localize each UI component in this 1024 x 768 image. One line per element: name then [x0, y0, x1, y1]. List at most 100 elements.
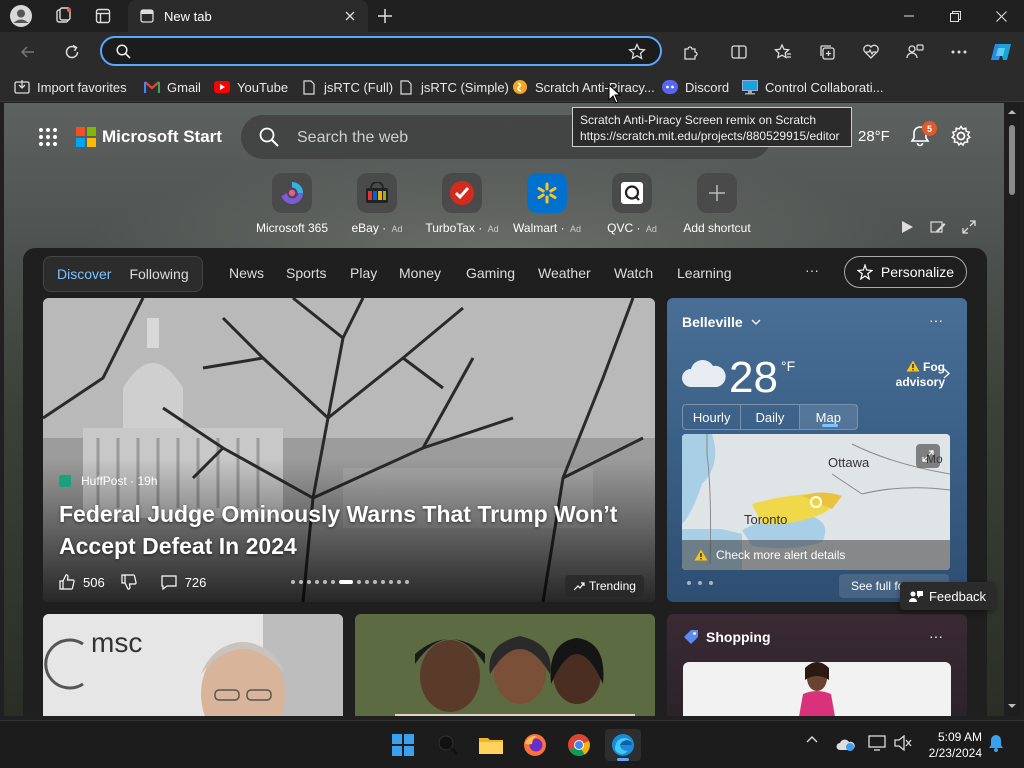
carousel-dot[interactable]: [365, 580, 369, 584]
carousel-dot[interactable]: [389, 580, 393, 584]
bookmark-discord[interactable]: Discord: [662, 76, 729, 98]
nav-money[interactable]: Money: [399, 265, 441, 281]
split-screen-icon[interactable]: [724, 38, 754, 66]
shortcut-turbotax[interactable]: TurboTax · Ad: [417, 173, 507, 235]
app-launcher-icon[interactable]: [38, 127, 58, 147]
story-card-group-photo[interactable]: [355, 614, 655, 716]
system-clock[interactable]: 5:09 AM 2/23/2024: [920, 729, 982, 761]
favorite-star-icon[interactable]: [628, 43, 646, 61]
close-tab-icon[interactable]: [338, 4, 362, 28]
carousel-dot[interactable]: [397, 580, 401, 584]
header-temperature[interactable]: 28°F: [858, 128, 890, 145]
carousel-dot[interactable]: [291, 580, 295, 584]
carousel-dot[interactable]: [339, 580, 353, 584]
microsoft-start-logo[interactable]: Microsoft Start: [76, 127, 222, 147]
show-hidden-icons-icon[interactable]: [806, 735, 818, 743]
weather-pager[interactable]: [687, 581, 713, 585]
carousel-dot[interactable]: [299, 580, 303, 584]
carousel-dot[interactable]: [381, 580, 385, 584]
back-button[interactable]: [13, 38, 43, 66]
workspaces-icon[interactable]: [50, 4, 76, 28]
edge-icon[interactable]: [605, 729, 641, 761]
file-explorer-icon[interactable]: [473, 729, 509, 761]
dislike-button[interactable]: [121, 574, 145, 590]
feedback-button[interactable]: Feedback: [900, 582, 995, 610]
bookmark-scratch[interactable]: Scratch Anti-Piracy...: [512, 76, 655, 98]
address-bar[interactable]: [100, 36, 662, 66]
restore-button[interactable]: [932, 0, 978, 32]
tab-new-tab[interactable]: New tab: [128, 0, 368, 32]
tab-discover[interactable]: Discover: [48, 266, 120, 282]
bookmark-jsrtc-full[interactable]: jsRTC (Full): [301, 76, 393, 98]
nav-more-button[interactable]: ···: [805, 262, 819, 278]
shopping-more-button[interactable]: ···: [929, 628, 943, 644]
hero-story-card[interactable]: HuffPost · 19h Federal Judge Ominously W…: [43, 298, 655, 602]
display-icon[interactable]: [868, 735, 886, 751]
weather-map[interactable]: Ottawa Toronto Mo Check more alert detai…: [682, 434, 950, 570]
bookmark-jsrtc-simple[interactable]: jsRTC (Simple): [398, 76, 509, 98]
nav-news[interactable]: News: [229, 265, 264, 281]
settings-gear-icon[interactable]: [950, 125, 972, 147]
notification-center-icon[interactable]: [988, 734, 1004, 752]
nav-watch[interactable]: Watch: [614, 265, 653, 281]
weather-location[interactable]: Belleville: [682, 314, 761, 330]
shortcut-walmart[interactable]: Walmart · Ad: [502, 173, 592, 235]
tab-daily[interactable]: Daily: [741, 405, 800, 429]
bookmark-youtube[interactable]: YouTube: [214, 76, 288, 98]
hero-headline[interactable]: Federal Judge Ominously Warns That Trump…: [59, 498, 639, 562]
firefox-icon[interactable]: [517, 729, 553, 761]
carousel-dot[interactable]: [331, 580, 335, 584]
shortcut-microsoft-365[interactable]: Microsoft 365: [247, 173, 337, 235]
profile-icon[interactable]: [8, 4, 34, 28]
taskbar-search-icon[interactable]: [430, 729, 466, 761]
carousel-dot[interactable]: [357, 580, 361, 584]
nav-play[interactable]: Play: [350, 265, 377, 281]
customize-background-icon[interactable]: [930, 220, 946, 234]
tab-actions-icon[interactable]: [90, 4, 116, 28]
tab-map[interactable]: Map: [799, 405, 857, 429]
carousel-dot[interactable]: [315, 580, 319, 584]
story-card-nato[interactable]: msc: [43, 614, 343, 716]
like-button[interactable]: 506: [59, 574, 105, 590]
volume-muted-icon[interactable]: [894, 735, 912, 751]
shortcut-qvc[interactable]: QVC · Ad: [587, 173, 677, 235]
carousel-dot[interactable]: [307, 580, 311, 584]
nav-gaming[interactable]: Gaming: [466, 265, 515, 281]
comments-button[interactable]: 726: [161, 575, 206, 590]
scroll-thumb[interactable]: [1009, 125, 1015, 195]
tab-following[interactable]: Following: [120, 266, 197, 282]
carousel-dots[interactable]: [291, 580, 409, 584]
address-input[interactable]: [138, 42, 618, 60]
onedrive-icon[interactable]: [836, 737, 856, 751]
fog-advisory[interactable]: Fog advisory: [891, 360, 945, 390]
add-shortcut-button[interactable]: Add shortcut: [672, 173, 762, 235]
more-menu-icon[interactable]: [944, 38, 974, 66]
map-alert-banner[interactable]: Check more alert details: [682, 540, 950, 570]
copilot-icon[interactable]: [986, 38, 1016, 66]
favorites-icon[interactable]: [768, 38, 798, 66]
collections-icon[interactable]: [812, 38, 842, 66]
start-button[interactable]: [385, 729, 421, 761]
browser-essentials-icon[interactable]: [856, 38, 886, 66]
close-window-button[interactable]: [978, 0, 1024, 32]
new-tab-button[interactable]: [372, 4, 398, 28]
bookmark-import-favorites[interactable]: Import favorites: [14, 76, 127, 98]
play-icon[interactable]: [900, 220, 914, 234]
shopping-title[interactable]: Shopping: [683, 629, 771, 645]
carousel-dot[interactable]: [323, 580, 327, 584]
carousel-dot[interactable]: [373, 580, 377, 584]
shopping-product-image[interactable]: [683, 662, 951, 716]
page-scrollbar[interactable]: [1004, 103, 1020, 716]
tab-hourly[interactable]: Hourly: [683, 405, 742, 429]
extensions-icon[interactable]: [676, 38, 706, 66]
refresh-button[interactable]: [57, 38, 87, 66]
chevron-right-icon[interactable]: [943, 368, 950, 379]
nav-sports[interactable]: Sports: [286, 265, 326, 281]
expand-map-icon[interactable]: [916, 444, 940, 468]
weather-more-button[interactable]: ···: [929, 312, 943, 328]
carousel-dot[interactable]: [405, 580, 409, 584]
bookmark-control-collaboration[interactable]: Control Collaborati...: [742, 76, 884, 98]
share-icon[interactable]: [900, 38, 930, 66]
nav-weather[interactable]: Weather: [538, 265, 591, 281]
chrome-icon[interactable]: [561, 729, 597, 761]
